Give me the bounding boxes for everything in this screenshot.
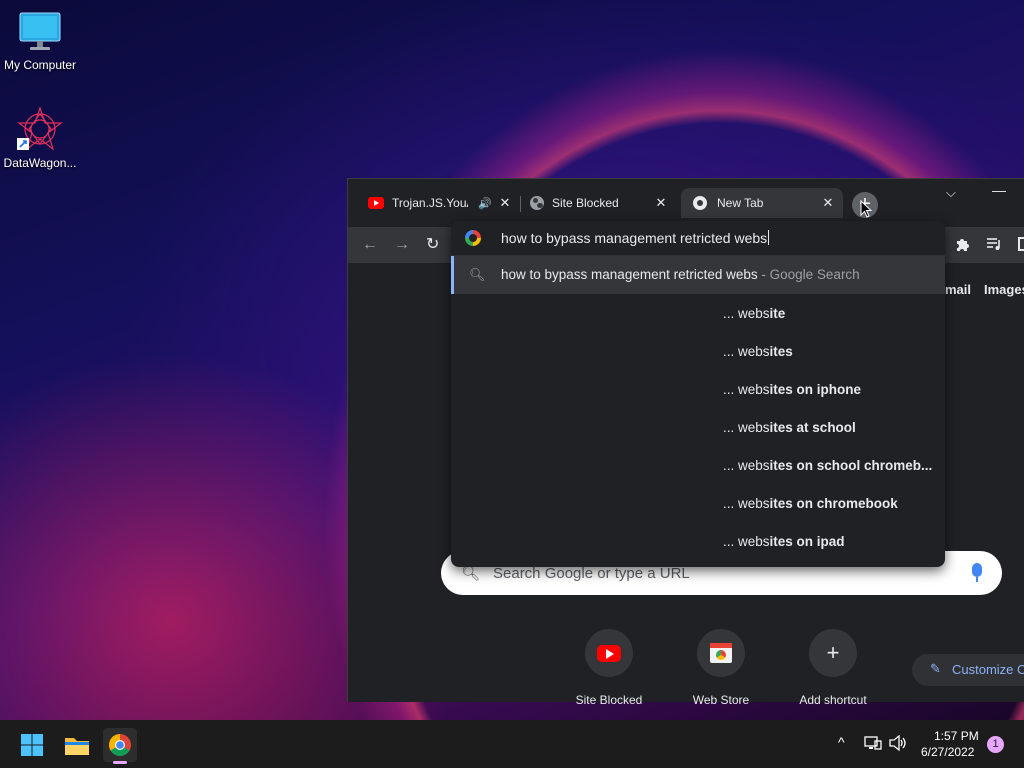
youtube-icon <box>368 197 384 209</box>
mouse-cursor <box>860 199 873 218</box>
youtube-icon <box>597 644 621 662</box>
omnibox-text[interactable]: how to bypass management retricted webs <box>501 230 770 246</box>
windows-logo-icon <box>21 734 43 756</box>
notification-count: 1 <box>992 738 999 750</box>
media-queue-icon[interactable] <box>986 237 1002 251</box>
datawagon-icon <box>17 106 63 152</box>
close-tab-icon[interactable]: ✕ <box>654 196 668 210</box>
desktop-icon-datawagon[interactable]: DataWagon... <box>0 106 80 170</box>
suggestion-text: how to bypass management retricted webs … <box>501 267 860 282</box>
monitor-icon <box>18 10 62 54</box>
shortcut-add[interactable]: + Add shortcut <box>783 629 883 707</box>
suggestion-item[interactable]: ... websites at school <box>723 420 856 435</box>
chrome-icon <box>693 196 707 210</box>
close-tab-icon[interactable]: ✕ <box>498 196 512 210</box>
file-explorer-button[interactable] <box>60 728 94 762</box>
suggestion-item[interactable]: ... websites on iphone <box>723 382 861 397</box>
customize-chrome-button[interactable]: ✎ Customize C <box>912 654 1024 686</box>
suggestion-item[interactable]: ... website <box>723 306 785 321</box>
tab-title: Trojan.JS.YouA <box>392 196 468 210</box>
extensions-puzzle-icon[interactable] <box>955 237 969 251</box>
taskbar: ^ 1:57 PM 6/27/2022 1 <box>0 720 1024 768</box>
suggestion-item[interactable]: ... websites on school chromeb... <box>723 458 932 473</box>
shortcut-site-blocked[interactable]: Site Blocked <box>559 629 659 707</box>
tab-new-tab[interactable]: New Tab ✕ <box>681 188 843 218</box>
globe-icon <box>530 196 544 210</box>
folder-icon <box>65 738 89 755</box>
shortcut-web-store[interactable]: Web Store <box>671 629 771 707</box>
search-placeholder: Search Google or type a URL <box>493 565 690 582</box>
desktop-icon-label: My Computer <box>3 58 77 72</box>
volume-icon[interactable] <box>889 734 907 754</box>
tab-site-blocked[interactable]: Site Blocked ✕ <box>524 188 676 218</box>
text-caret <box>768 230 770 245</box>
shortcut-tile <box>585 629 633 677</box>
tab-youtube[interactable]: Trojan.JS.YouA 🔊 ✕ <box>360 188 520 218</box>
omnibox[interactable]: how to bypass management retricted webs <box>451 221 945 256</box>
start-button[interactable] <box>15 728 49 762</box>
tab-title: Site Blocked <box>552 196 619 210</box>
tab-title: New Tab <box>717 196 764 210</box>
reload-icon[interactable]: ↻ <box>426 237 439 253</box>
gmail-link[interactable]: mail <box>945 282 971 297</box>
speaker-icon[interactable]: 🔊 <box>478 197 492 210</box>
web-store-icon <box>710 643 732 663</box>
omnibox-dropdown: how to bypass management retricted webs … <box>451 221 945 567</box>
suggestion-item[interactable]: ... websites on chromebook <box>723 496 898 511</box>
minimize-button[interactable]: — <box>992 182 1006 198</box>
search-icon: 🔍︎ <box>469 267 486 282</box>
notification-badge[interactable]: 1 <box>987 736 1004 753</box>
images-link[interactable]: Images <box>984 282 1024 297</box>
shortcut-label: Add shortcut <box>799 693 867 707</box>
desktop-icon-my-computer[interactable]: My Computer <box>0 10 80 72</box>
plus-icon: + <box>809 629 857 677</box>
shortcut-label: Web Store <box>692 693 750 707</box>
suggestion-item[interactable]: ... websites <box>723 344 793 359</box>
suggestion-search[interactable]: 🔍︎ how to bypass management retricted we… <box>451 256 945 294</box>
active-indicator <box>113 761 127 764</box>
side-panel-icon[interactable] <box>1018 237 1024 251</box>
forward-arrow-icon[interactable]: → <box>394 237 410 253</box>
show-hidden-icons-chevron[interactable]: ^ <box>838 734 845 750</box>
suggestion-item[interactable]: ... websites on ipad <box>723 534 845 549</box>
close-tab-icon[interactable]: ✕ <box>821 196 835 210</box>
desktop-icon-label: DataWagon... <box>3 156 77 170</box>
tab-strip: Trojan.JS.YouA 🔊 ✕ Site Blocked ✕ New Ta… <box>348 179 1024 227</box>
back-arrow-icon[interactable]: ← <box>362 237 378 253</box>
pencil-icon: ✎ <box>930 661 941 676</box>
shortcut-label: Site Blocked <box>575 693 643 707</box>
omnibox-value: how to bypass management retricted webs <box>501 230 768 246</box>
microphone-icon[interactable] <box>972 563 982 582</box>
clock-time[interactable]: 1:57 PM <box>934 729 979 743</box>
tab-search-chevron-icon[interactable]: ⌵ <box>946 185 956 201</box>
chrome-icon <box>109 734 131 756</box>
google-icon <box>465 230 481 246</box>
shortcut-tile <box>697 629 745 677</box>
tab-separator <box>520 196 521 212</box>
customize-label: Customize C <box>952 662 1024 677</box>
network-icon[interactable] <box>864 735 882 754</box>
chrome-taskbar-button[interactable] <box>103 728 137 764</box>
clock-date[interactable]: 6/27/2022 <box>921 745 974 759</box>
